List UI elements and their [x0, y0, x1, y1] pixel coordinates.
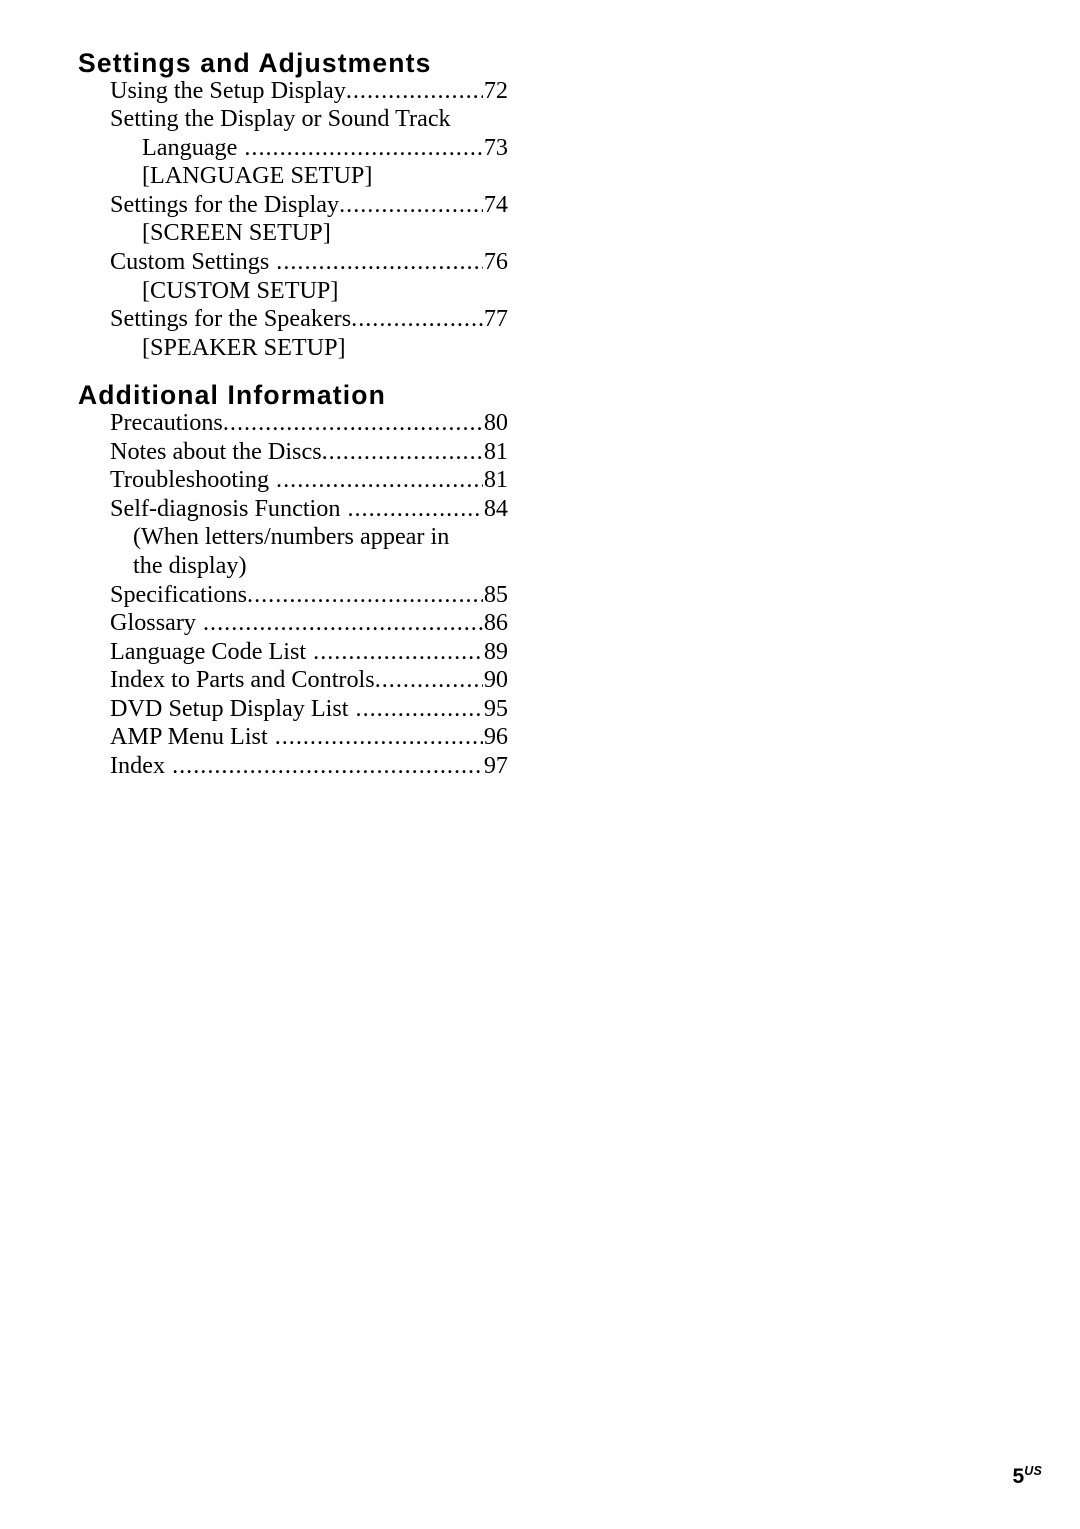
toc-entry-page-number: 96: [483, 723, 508, 751]
document-page: Settings and Adjustments Using the Setup …: [0, 0, 1080, 1529]
toc-entry[interactable]: Custom Settings 76: [78, 248, 508, 277]
toc-subline: Setting the Display or Sound Track: [110, 105, 451, 133]
toc-entry-title: Language Code List: [110, 637, 307, 665]
toc-entry-title: Troubleshooting: [110, 466, 270, 494]
dot-leader: [276, 466, 483, 495]
dot-leader: [351, 305, 483, 334]
toc-entry[interactable]: Notes about the Discs 81: [78, 438, 508, 467]
toc-entry-page-number: 86: [483, 609, 508, 637]
toc-entry-page-number: 80: [483, 408, 508, 436]
toc-entry-list: Using the Setup Display 72 Setting the Dis…: [78, 77, 508, 363]
table-of-contents: Settings and Adjustments Using the Setup …: [78, 40, 508, 781]
toc-entry-title: DVD Setup Display List: [110, 694, 349, 722]
dot-leader: [347, 495, 482, 524]
toc-subline: [LANGUAGE SETUP]: [142, 162, 373, 190]
toc-entry-title: Language: [142, 133, 238, 161]
toc-entry-title: Glossary: [110, 609, 196, 637]
toc-entry-title: Custom Settings: [110, 248, 270, 276]
toc-entry-title: Specifications: [110, 580, 248, 608]
toc-subline: [SCREEN SETUP]: [142, 219, 331, 247]
dot-leader: [375, 666, 483, 695]
toc-entry[interactable]: Index to Parts and Controls 90: [78, 666, 508, 695]
toc-subline: (When letters/numbers appear in: [133, 523, 450, 551]
dot-leader: [247, 581, 483, 610]
dot-leader: [346, 77, 483, 106]
dot-leader: [276, 248, 483, 277]
toc-entry-page-number: 85: [483, 580, 508, 608]
section-heading: Settings and Adjustments: [78, 48, 432, 78]
toc-entry-page-number: 84: [483, 494, 508, 522]
toc-entry[interactable]: DVD Setup Display List 95: [78, 695, 508, 724]
toc-entry-title: Settings for the Display: [110, 190, 340, 218]
dot-leader: [356, 695, 483, 724]
toc-entry-list: Precautions80Notes about the Discs81Trou…: [78, 409, 508, 781]
dot-leader: [244, 134, 482, 163]
toc-entry-page-number: 73: [483, 133, 508, 161]
toc-entry-title: Index to Parts and Controls: [110, 666, 375, 694]
toc-entry-page-number: 76: [483, 248, 508, 276]
toc-subline: [SPEAKER SETUP]: [142, 333, 346, 361]
dot-leader: [172, 752, 483, 781]
toc-entry-title: Using the Setup Display: [110, 76, 346, 104]
dot-leader: [223, 409, 483, 438]
toc-entry[interactable]: Self-diagnosis Function 84: [78, 495, 508, 524]
page-folio-region: US: [1024, 1464, 1042, 1478]
toc-entry-page-number: 97: [483, 752, 508, 780]
page-folio: 5US: [1013, 1465, 1042, 1487]
toc-entry-title: Settings for the Speakers: [110, 305, 352, 333]
toc-entry-title: Precautions: [110, 408, 223, 436]
toc-entry[interactable]: Precautions 80: [78, 409, 508, 438]
toc-entry-page-number: 95: [483, 694, 508, 722]
toc-entry-title: Notes about the Discs: [110, 437, 322, 465]
toc-entry-title: Index: [110, 752, 166, 780]
dot-leader: [313, 638, 483, 667]
toc-entry-title: Self-diagnosis Function: [110, 494, 341, 522]
toc-entry-page-number: 77: [483, 305, 508, 333]
toc-entry[interactable]: Index 97: [78, 752, 508, 781]
dot-leader: [322, 438, 483, 467]
toc-entry[interactable]: Glossary 86: [78, 609, 508, 638]
toc-subline: the display): [133, 551, 247, 579]
toc-entry-page-number: 81: [483, 466, 508, 494]
toc-entry[interactable]: Specifications 85: [78, 581, 508, 610]
toc-entry[interactable]: Language 73: [78, 134, 508, 163]
toc-entry[interactable]: Language Code List 89: [78, 638, 508, 667]
toc-entry-page-number: 89: [483, 637, 508, 665]
toc-entry[interactable]: Settings for the Display 74: [78, 191, 508, 220]
toc-subline: [CUSTOM SETUP]: [142, 276, 339, 304]
section-heading: Additional Information: [78, 380, 386, 411]
toc-entry-page-number: 90: [483, 666, 508, 694]
dot-leader: [275, 723, 483, 752]
toc-entry-title: AMP Menu List: [110, 723, 268, 751]
page-folio-number: 5: [1012, 1465, 1025, 1488]
toc-entry-page-number: 74: [483, 190, 508, 218]
toc-entry[interactable]: Settings for the Speakers 77: [78, 305, 508, 334]
dot-leader: [339, 191, 483, 220]
dot-leader: [203, 609, 483, 638]
toc-entry-page-number: 72: [483, 76, 508, 104]
toc-entry-page-number: 81: [483, 437, 508, 465]
toc-entry[interactable]: Troubleshooting 81: [78, 466, 508, 495]
toc-entry[interactable]: AMP Menu List 96: [78, 723, 508, 752]
toc-entry[interactable]: Using the Setup Display 72: [78, 77, 508, 106]
